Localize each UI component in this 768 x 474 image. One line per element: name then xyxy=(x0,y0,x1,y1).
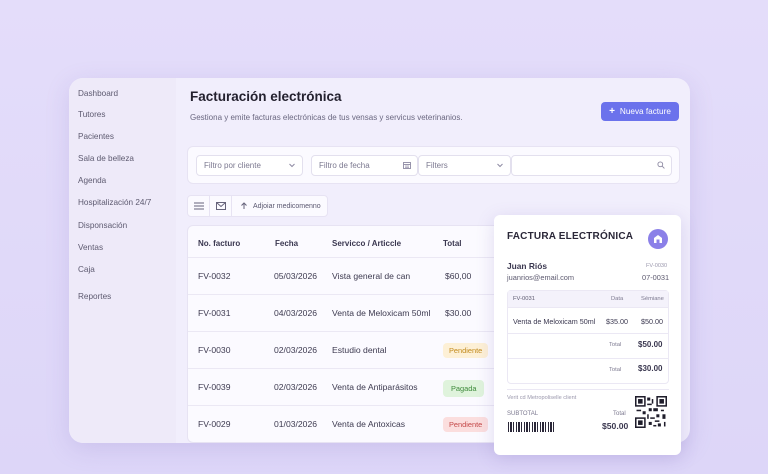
total-row-value: $50.00 xyxy=(638,340,663,349)
sidebar-item-pacientes[interactable]: Pacientes xyxy=(78,132,114,141)
mail-icon[interactable] xyxy=(210,196,232,216)
table-row[interactable]: FV-0030 02/03/2026 Estudio dental Pendie… xyxy=(188,331,546,368)
invoice-number: FV-0030 xyxy=(198,345,231,355)
invoice-item-amount: $50.00 xyxy=(641,317,663,326)
column-header-total[interactable]: Total xyxy=(443,239,462,248)
date-filter-input[interactable]: Filtro de fecha xyxy=(311,155,418,176)
invoice-service: Vista general de can xyxy=(332,271,411,281)
invoice-total: $30.00 xyxy=(445,308,472,318)
table-row[interactable]: FV-0029 01/03/2026 Venta de Antoxicas Pe… xyxy=(188,405,546,442)
sidebar-item-dashboard[interactable]: Dashboard xyxy=(78,89,118,98)
chevron-down-icon xyxy=(288,161,296,171)
table-toolbar: Adjoiar medicomenno xyxy=(187,195,328,217)
sidebar: Dashboard Tutores Pacientes Sala de bell… xyxy=(69,78,176,443)
search-icon xyxy=(657,161,665,171)
status-badge-pending: Pendiente xyxy=(443,417,489,432)
plus-icon: + xyxy=(609,105,615,117)
sidebar-item-ventas[interactable]: Ventas xyxy=(78,243,103,252)
new-invoice-label: Nueva facture xyxy=(619,107,671,116)
column-header-number[interactable]: No. facturo xyxy=(198,239,240,248)
calendar-icon xyxy=(403,161,411,171)
status-badge-paid: Pagada xyxy=(443,380,485,397)
items-header-col2: Data xyxy=(611,296,624,302)
invoice-ref-number: 07-0031 xyxy=(642,273,670,282)
invoice-number: FV-0031 xyxy=(198,308,231,318)
invoice-total-label: Total xyxy=(613,411,626,417)
invoices-table: No. facturo Fecha Servicco / Articcle To… xyxy=(187,225,547,443)
invoice-verify-text: Verit cd Metropoliselle client xyxy=(507,395,577,401)
chevron-down-icon xyxy=(496,161,504,171)
invoice-date: 02/03/2026 xyxy=(274,382,318,392)
invoice-service: Venta de Meloxicam 50ml xyxy=(332,308,431,318)
invoice-ref-label: FV-0030 xyxy=(646,263,668,269)
column-header-date[interactable]: Fecha xyxy=(275,239,298,248)
invoice-number: FV-0032 xyxy=(198,271,231,281)
barcode-icon xyxy=(508,422,556,432)
sidebar-item-dispensacion[interactable]: Disponsación xyxy=(78,221,127,230)
total-row-value: $30.00 xyxy=(638,364,663,373)
search-input[interactable] xyxy=(511,155,672,176)
date-filter-label: Filtro de fecha xyxy=(319,161,370,170)
invoice-title: FACTURA ELECTRÓNICA xyxy=(507,231,634,242)
sidebar-item-agenda[interactable]: Agenda xyxy=(78,176,106,185)
qr-code-icon xyxy=(635,396,667,428)
column-header-service[interactable]: Servicco / Articcle xyxy=(332,239,401,248)
add-medication-label: Adjoiar medicomenno xyxy=(253,202,321,210)
items-header-col3: Sémiane xyxy=(641,296,664,302)
invoice-total: $60,00 xyxy=(445,271,472,281)
status-badge-pending: Pendiente xyxy=(443,343,489,358)
table-row[interactable]: FV-0031 04/03/2026 Venta de Meloxicam 50… xyxy=(188,294,546,331)
invoice-number: FV-0039 xyxy=(198,382,231,392)
list-view-icon[interactable] xyxy=(188,196,210,216)
invoice-total-value: $50.00 xyxy=(602,421,629,431)
invoice-subtotal-label: SUBTOTAL xyxy=(507,411,539,417)
sidebar-item-reportes[interactable]: Reportes xyxy=(78,292,111,301)
invoice-item-description: Venta de Meloxicam 50ml xyxy=(513,317,596,326)
sidebar-item-hospitalizacion[interactable]: Hospitalización 24/7 xyxy=(78,198,151,207)
invoice-items-header: FV-0031 Data Sémiane xyxy=(508,291,668,308)
filters-bar: Filtro por cliente Filtro de fecha Filte… xyxy=(187,146,680,184)
sidebar-item-sala-de-belleza[interactable]: Sala de belleza xyxy=(78,154,134,163)
invoice-footer xyxy=(507,389,669,390)
invoice-date: 01/03/2026 xyxy=(274,419,318,429)
invoice-date: 05/03/2026 xyxy=(274,271,318,281)
invoice-items-table: FV-0031 Data Sémiane Venta de Meloxicam … xyxy=(507,290,669,384)
sidebar-item-tutores[interactable]: Tutores xyxy=(78,110,105,119)
logo-icon xyxy=(648,229,668,249)
table-row[interactable]: FV-0039 02/03/2026 Venta de Antiparásito… xyxy=(188,368,546,405)
invoice-item-price: $35.00 xyxy=(606,317,628,326)
client-filter-label: Filtro por cliente xyxy=(204,161,261,170)
invoice-service: Venta de Antoxicas xyxy=(332,419,406,429)
invoice-service: Venta de Antiparásitos xyxy=(332,382,418,392)
invoice-client-name: Juan Riós xyxy=(507,261,548,271)
invoice-number: FV-0029 xyxy=(198,419,231,429)
sidebar-item-caja[interactable]: Caja xyxy=(78,265,95,274)
status-filter-label: Filters xyxy=(426,161,448,170)
page-subtitle: Gestiona y emite facturas electrónicas d… xyxy=(190,113,463,122)
items-header-col1: FV-0031 xyxy=(513,296,535,302)
upload-icon xyxy=(241,202,247,209)
status-filter-select[interactable]: Filters xyxy=(418,155,511,176)
invoice-preview-card: FACTURA ELECTRÓNICA Juan Riós juanrios@e… xyxy=(494,215,681,455)
invoice-service: Estudio dental xyxy=(332,345,387,355)
invoice-client-email: juanrios@email.com xyxy=(507,273,575,282)
divider xyxy=(508,333,668,334)
invoice-date: 04/03/2026 xyxy=(274,308,318,318)
client-filter-select[interactable]: Filtro por cliente xyxy=(196,155,303,176)
add-medication-button[interactable]: Adjoiar medicomenno xyxy=(232,202,321,210)
total-row-label: Total xyxy=(609,367,622,373)
table-row[interactable]: FV-0032 05/03/2026 Vista general de can … xyxy=(188,257,546,294)
total-row-label: Total xyxy=(609,342,622,348)
page-title: Facturación electrónica xyxy=(190,89,342,104)
new-invoice-button[interactable]: + Nueva facture xyxy=(601,102,679,121)
divider xyxy=(508,358,668,359)
invoice-date: 02/03/2026 xyxy=(274,345,318,355)
